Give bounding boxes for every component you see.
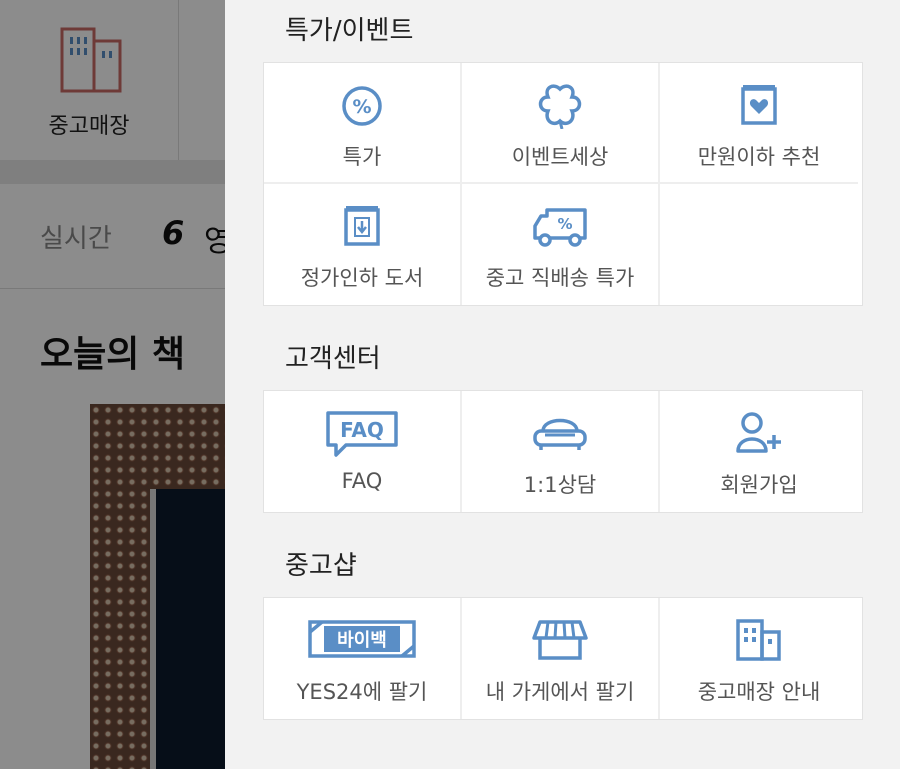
- menu-item-label: 중고 직배송 특가: [485, 266, 635, 290]
- menu-item-event-world[interactable]: 이벤트세상: [462, 63, 660, 184]
- used-shop-grid: 바이백 YES24에 팔기 내 가게에서 팔기 중고매장 안내: [263, 597, 863, 720]
- faq-bubble-icon: FAQ: [326, 411, 398, 457]
- customer-center-grid: FAQ FAQ 1:1상담 회원가입: [263, 390, 863, 513]
- menu-item-faq[interactable]: FAQ FAQ: [264, 391, 462, 512]
- menu-item-label: 정가인하 도서: [300, 266, 424, 290]
- price-down-box-icon: [344, 206, 380, 246]
- buyback-ticket-icon: 바이백: [308, 620, 416, 658]
- svg-text:%: %: [352, 96, 371, 118]
- menu-item-label: 중고매장 안내: [697, 680, 821, 704]
- menu-item-label: 1:1상담: [523, 473, 597, 497]
- menu-item-sell-to-yes24[interactable]: 바이백 YES24에 팔기: [264, 598, 462, 719]
- menu-item-under-10000[interactable]: 만원이하 추천: [660, 63, 858, 184]
- flower-icon: [538, 84, 582, 129]
- special-event-grid: % 특가 이벤트세상 만원이하 추천 정가인하 도서 % 중고 직배송 특가: [263, 62, 863, 306]
- heart-box-icon: [741, 85, 777, 125]
- menu-item-signup[interactable]: 회원가입: [660, 391, 858, 512]
- sofa-icon: [533, 418, 587, 450]
- building-icon: [736, 619, 781, 661]
- section-title-customer-center: 고객센터: [285, 344, 381, 374]
- menu-item-label: FAQ: [341, 469, 383, 493]
- section-title-used-shop: 중고샵: [285, 551, 357, 581]
- percent-circle-icon: %: [342, 86, 382, 126]
- menu-item-label: 내 가게에서 팔기: [485, 680, 635, 704]
- menu-item-label: 이벤트세상: [511, 145, 609, 169]
- section-title-special-event: 특가/이벤트: [285, 16, 414, 46]
- person-add-icon: [736, 412, 781, 453]
- menu-item-label: 만원이하 추천: [697, 145, 821, 169]
- shop-awning-icon: [532, 620, 588, 660]
- menu-item-label: YES24에 팔기: [296, 680, 428, 704]
- menu-item-consultation[interactable]: 1:1상담: [462, 391, 660, 512]
- svg-text:바이백: 바이백: [337, 630, 387, 651]
- menu-item-special-price[interactable]: % 특가: [264, 63, 462, 184]
- menu-item-sell-in-my-shop[interactable]: 내 가게에서 팔기: [462, 598, 660, 719]
- menu-item-store-guide[interactable]: 중고매장 안내: [660, 598, 858, 719]
- menu-item-label: 회원가입: [720, 473, 798, 497]
- menu-item-label: 특가: [342, 145, 382, 169]
- delivery-truck-icon: %: [533, 208, 587, 247]
- side-menu-panel: 특가/이벤트 % 특가 이벤트세상 만원이하 추천 정가인하 도서 % 중고 직…: [225, 0, 900, 769]
- menu-item-empty: [660, 184, 858, 305]
- svg-text:FAQ: FAQ: [340, 418, 384, 442]
- svg-text:%: %: [557, 215, 572, 233]
- menu-item-direct-delivery[interactable]: % 중고 직배송 특가: [462, 184, 660, 305]
- menu-item-price-reduced[interactable]: 정가인하 도서: [264, 184, 462, 305]
